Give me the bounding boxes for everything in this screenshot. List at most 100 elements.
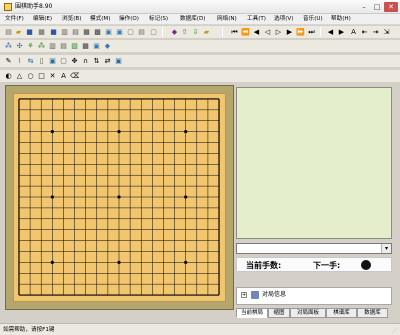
back-fast-icon[interactable]: ⏪ [241, 28, 250, 37]
menu-network[interactable]: 网络(N) [217, 15, 237, 24]
edit-toolbar: ✎ ⌇ ⇆ ▯ ▣ ▢ ✥ ∩ ⇅ ⇄ ▣ [0, 55, 400, 67]
layout-icon[interactable]: ▤ [137, 28, 146, 37]
next-icon[interactable]: ▷ [274, 28, 283, 37]
save-icon[interactable]: ■ [25, 28, 34, 37]
tab-game-panel[interactable]: 对局面板 [290, 308, 326, 318]
swap-icon[interactable]: ⇆ [26, 57, 35, 66]
branch-b-icon[interactable]: ⇤ [360, 28, 369, 37]
page-icon[interactable]: ▯ [37, 57, 46, 66]
magnet-icon[interactable]: ∩ [81, 57, 90, 66]
arrow-down-icon[interactable]: ⇩ [191, 28, 200, 37]
square-mark-icon[interactable]: □ [37, 72, 46, 81]
photo-icon[interactable]: ▣ [92, 42, 101, 51]
tag-icon[interactable]: ◆ [103, 42, 112, 51]
next-move-label: 下一手: [313, 261, 341, 270]
menu-browse[interactable]: 浏览(B) [62, 15, 81, 24]
first-move-icon[interactable]: ⏮ [230, 28, 239, 37]
menu-music[interactable]: 音乐(U) [303, 15, 323, 24]
gem-icon[interactable]: ◆ [170, 28, 179, 37]
minimize-button[interactable]: – [358, 2, 370, 12]
tab-record-library[interactable]: 棋谱库 [326, 308, 357, 318]
exchange-icon[interactable]: ⇄ [103, 57, 112, 66]
menu-help[interactable]: 帮助(H) [331, 15, 351, 24]
black-white-stone-icon[interactable]: ◐ [4, 72, 13, 81]
menu-mode[interactable]: 模式(M) [90, 15, 110, 24]
grid-icon[interactable]: ▩ [93, 28, 102, 37]
star-point [117, 130, 121, 134]
expand-icon[interactable]: + [241, 292, 247, 298]
status-text: 如需帮助，请按F1键 [3, 327, 55, 333]
chart-icon[interactable]: ▦ [81, 42, 90, 51]
toolbar-separator [162, 27, 163, 37]
print-icon[interactable]: ▦ [37, 28, 46, 37]
copy-icon[interactable]: ▥ [60, 28, 69, 37]
panel-icon[interactable]: ▢ [149, 28, 158, 37]
move-icon[interactable]: ✥ [70, 57, 79, 66]
next-stone-indicator [361, 260, 371, 270]
disk-icon[interactable]: ■ [49, 28, 58, 37]
menu-file[interactable]: 文件(F) [5, 15, 24, 24]
tab-current-game[interactable]: 当前棋局 [236, 308, 268, 318]
star-point [50, 195, 54, 199]
info-icon [251, 291, 259, 299]
map-icon[interactable]: ▧ [70, 42, 79, 51]
maximize-button[interactable]: □ [371, 2, 383, 12]
frame-icon[interactable]: ▢ [59, 57, 68, 66]
paste-icon[interactable]: ▤ [71, 28, 80, 37]
toolbar-separator [320, 27, 321, 37]
menu-tools[interactable]: 工具(T) [247, 15, 266, 24]
close-button[interactable]: ✕ [384, 2, 398, 12]
circle-mark-icon[interactable]: ○ [26, 72, 35, 81]
menu-edit[interactable]: 编辑(E) [33, 15, 52, 24]
cluster-icon[interactable]: ⁂ [37, 42, 46, 51]
window-icon[interactable]: ▢ [126, 28, 135, 37]
branch-d-icon[interactable]: ⇲ [382, 28, 391, 37]
prev-icon[interactable]: ◁ [263, 28, 272, 37]
forward-fast-icon[interactable]: ⏩ [296, 28, 305, 37]
new-file-icon[interactable]: ▤ [4, 28, 13, 37]
network-icon[interactable]: ✣ [15, 42, 24, 51]
folder-icon[interactable]: ▰ [202, 28, 211, 37]
last-move-icon[interactable]: ⏭ [307, 28, 316, 37]
open-icon[interactable]: ▰ [14, 28, 23, 37]
resize-grip-icon[interactable]: ⋰ [392, 327, 398, 334]
list-icon[interactable]: ▤ [59, 42, 68, 51]
title-bar: 围棋助手8.90 – □ ✕ [0, 0, 400, 14]
branch-a-icon[interactable]: A [349, 28, 358, 37]
image-icon[interactable]: ▣ [115, 28, 124, 37]
menu-bar: 文件(F) 编辑(E) 浏览(B) 模式(M) 操作(O) 标记(S) 数据库(… [0, 14, 400, 25]
menu-database[interactable]: 数据库(D) [180, 15, 205, 24]
tab-thumbnail[interactable]: 缩图 [268, 308, 290, 318]
pen-icon[interactable]: ✎ [4, 57, 13, 66]
updown-icon[interactable]: ⇅ [92, 57, 101, 66]
go-board[interactable] [13, 93, 226, 302]
cross-mark-icon[interactable]: ✕ [48, 72, 57, 81]
document-icon[interactable]: ▥ [48, 42, 57, 51]
triangle-mark-icon[interactable]: △ [15, 72, 24, 81]
menu-operate[interactable]: 操作(O) [119, 15, 139, 24]
box-icon[interactable]: ▣ [48, 57, 57, 66]
stones-icon[interactable]: ⁂ [4, 42, 13, 51]
picture-icon[interactable]: ▣ [104, 28, 113, 37]
chevron-down-icon[interactable]: ▾ [381, 244, 391, 253]
back-icon[interactable]: ◀ [252, 28, 261, 37]
var-prev-icon[interactable]: ◀ [326, 28, 335, 37]
mark-toolbar: ◐ △ ○ □ ✕ A ⌫ [0, 70, 400, 82]
screen-icon[interactable]: ▣ [114, 57, 123, 66]
star-point [184, 130, 188, 134]
brush-icon[interactable]: ⌇ [15, 57, 24, 66]
tree-icon[interactable]: ⚘ [26, 42, 35, 51]
var-next-icon[interactable]: ▶ [337, 28, 346, 37]
comment-dropdown[interactable]: ▾ [236, 243, 392, 254]
menu-mark[interactable]: 标记(S) [149, 15, 168, 24]
letter-mark-icon[interactable]: A [59, 72, 68, 81]
eraser-icon[interactable]: ⌫ [70, 72, 79, 81]
menu-options[interactable]: 选项(V) [274, 15, 293, 24]
main-toolbar: ▤ ▰ ■ ▦ ■ ▥ ▤ ▦ ▩ ▣ ▣ ▢ ▤ ▢ ◆ ⇧ ⇩ ▰ ⏮ ⏪ … [0, 26, 400, 38]
board-icon[interactable]: ▦ [82, 28, 91, 37]
forward-icon[interactable]: ▶ [285, 28, 294, 37]
tab-database[interactable]: 数据库 [357, 308, 388, 318]
tree-item-game-info[interactable]: 对局信息 [262, 291, 286, 299]
branch-c-icon[interactable]: ⇥ [371, 28, 380, 37]
arrow-up-icon[interactable]: ⇧ [180, 28, 189, 37]
